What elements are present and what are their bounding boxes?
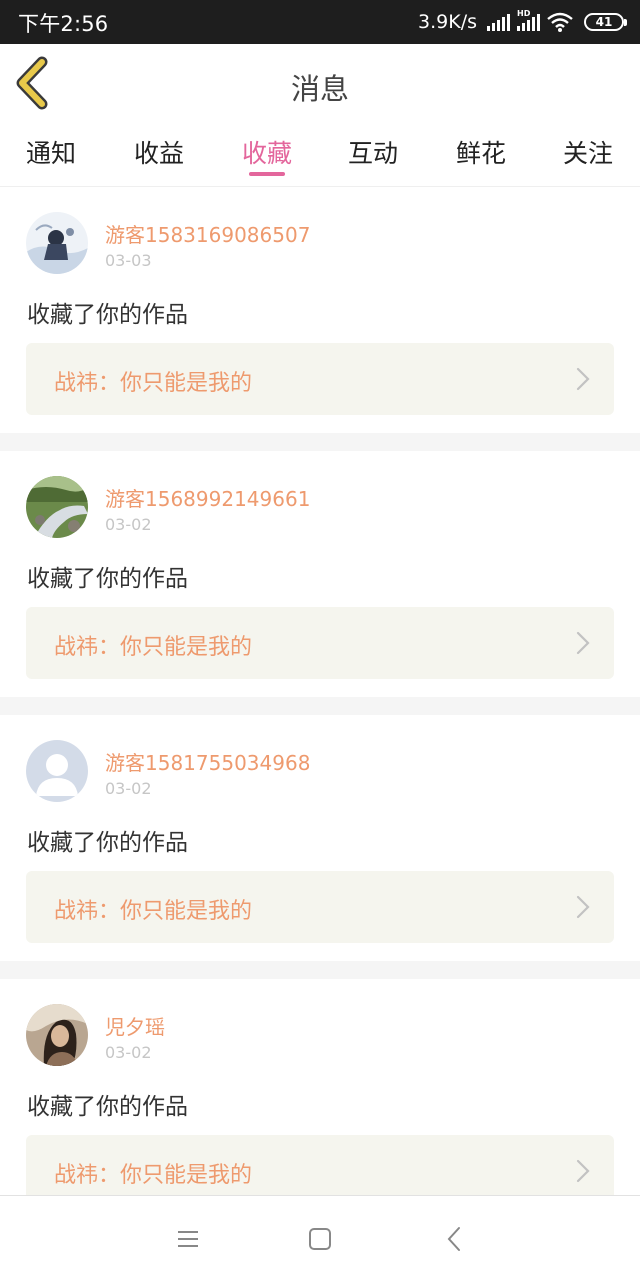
chevron-right-icon [576, 367, 590, 391]
tab-interactions[interactable]: 互动 [328, 134, 418, 170]
list-item: 游客1568992149661 03-02 收藏了你的作品 战祎：你只能是我的 [0, 451, 640, 697]
avatar[interactable] [26, 212, 88, 274]
tab-bar: 通知 收益 收藏 互动 鲜花 关注 [0, 122, 640, 187]
username[interactable]: 児夕瑶 [105, 1011, 165, 1040]
list-item: 游客1581755034968 03-02 收藏了你的作品 战祎：你只能是我的 [0, 715, 640, 961]
divider [0, 433, 640, 451]
username[interactable]: 游客1568992149661 [105, 483, 310, 512]
timestamp: 03-03 [105, 251, 152, 270]
work-link[interactable]: 战祎：你只能是我的 [26, 343, 614, 415]
default-avatar-icon[interactable] [26, 740, 88, 802]
header: 消息 [0, 44, 640, 123]
username[interactable]: 游客1581755034968 [105, 747, 310, 776]
timestamp: 03-02 [105, 779, 152, 798]
work-title: 战祎：你只能是我的 [54, 1163, 253, 1188]
divider [0, 697, 640, 715]
battery-level: 41 [595, 15, 613, 29]
system-nav-bar [0, 1195, 640, 1280]
timestamp: 03-02 [105, 1043, 152, 1062]
hd-label: HD [517, 8, 531, 18]
action-text: 收藏了你的作品 [27, 830, 188, 856]
work-link[interactable]: 战祎：你只能是我的 [26, 871, 614, 943]
username[interactable]: 游客1583169086507 [105, 219, 310, 248]
chevron-right-icon [576, 1159, 590, 1183]
status-bar: 下午2:56 3.9K/s HD 41 [0, 0, 640, 44]
wifi-icon [547, 12, 573, 32]
tab-favorites[interactable]: 收藏 [222, 134, 312, 170]
app-screen: 下午2:56 3.9K/s HD 41 消息 通知 收益 收藏 互动 鲜花 关注… [0, 0, 640, 1280]
home-icon[interactable] [305, 1224, 335, 1254]
page-title: 消息 [290, 72, 349, 106]
network-speed: 3.9K/s [418, 11, 477, 33]
status-time: 下午2:56 [18, 12, 109, 36]
action-text: 收藏了你的作品 [27, 566, 188, 592]
work-link[interactable]: 战祎：你只能是我的 [26, 607, 614, 679]
tab-following[interactable]: 关注 [543, 134, 633, 170]
list-item: 児夕瑶 03-02 收藏了你的作品 战祎：你只能是我的 [0, 979, 640, 1225]
signal-icon [487, 13, 510, 31]
favorites-feed: 游客1583169086507 03-03 收藏了你的作品 战祎：你只能是我的 … [0, 187, 640, 1225]
action-text: 收藏了你的作品 [27, 1094, 188, 1120]
tab-earnings[interactable]: 收益 [114, 134, 204, 170]
battery-icon: 41 [584, 13, 627, 31]
avatar[interactable] [26, 1004, 88, 1066]
divider [0, 961, 640, 979]
tab-flowers[interactable]: 鲜花 [436, 134, 526, 170]
action-text: 收藏了你的作品 [27, 302, 188, 328]
hd-signal-icon: HD [517, 9, 540, 31]
timestamp: 03-02 [105, 515, 152, 534]
list-item: 游客1583169086507 03-03 收藏了你的作品 战祎：你只能是我的 [0, 187, 640, 433]
tab-notifications[interactable]: 通知 [6, 134, 96, 170]
chevron-right-icon [576, 895, 590, 919]
menu-icon[interactable] [173, 1224, 203, 1254]
work-title: 战祎：你只能是我的 [54, 899, 253, 924]
chevron-right-icon [576, 631, 590, 655]
status-indicators: 3.9K/s HD 41 [418, 8, 627, 36]
active-tab-indicator [249, 172, 285, 176]
work-title: 战祎：你只能是我的 [54, 635, 253, 660]
avatar[interactable] [26, 476, 88, 538]
back-icon[interactable] [440, 1224, 470, 1254]
work-title: 战祎：你只能是我的 [54, 371, 253, 396]
